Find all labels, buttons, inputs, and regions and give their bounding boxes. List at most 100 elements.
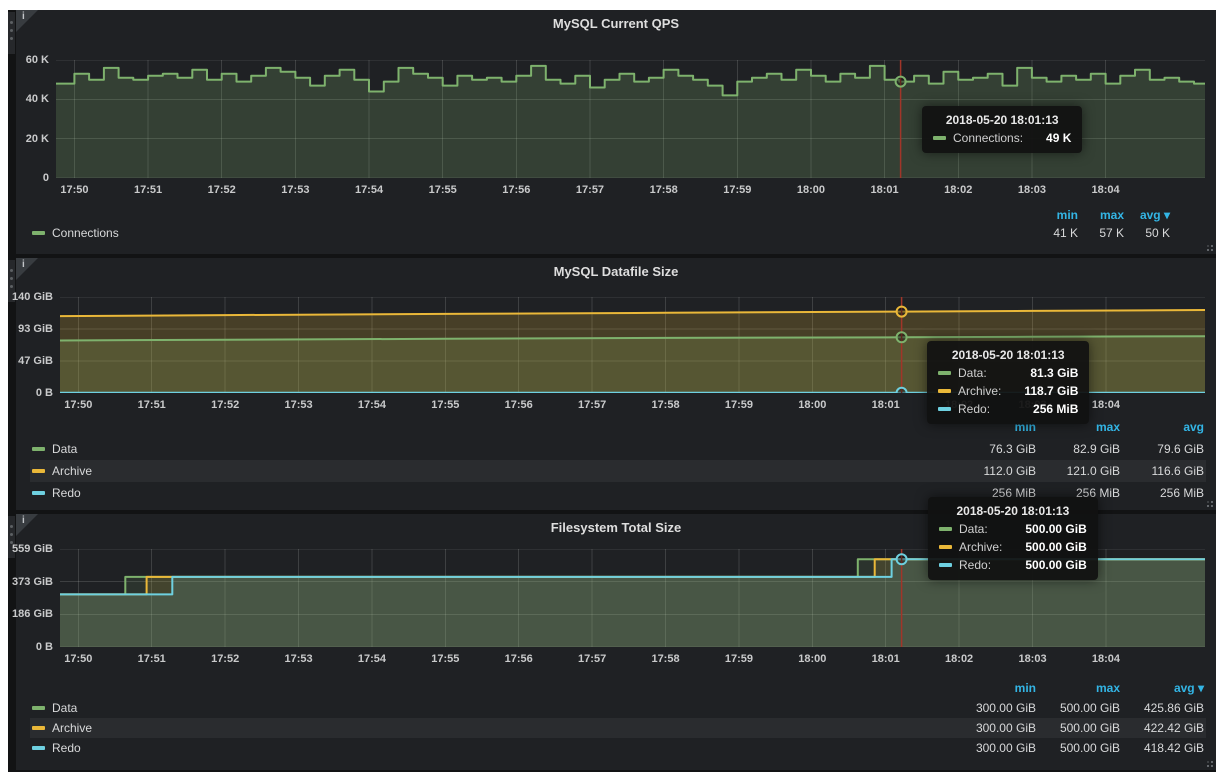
- y-axis: 020 K40 K60 K: [16, 60, 52, 178]
- tooltip-color-dash: [933, 136, 946, 140]
- x-tick-label: 17:50: [64, 399, 92, 411]
- legend-stat-value: 256 MiB: [1120, 486, 1204, 500]
- x-axis: 17:5017:5117:5217:5317:5417:5517:5617:57…: [56, 184, 1205, 200]
- x-tick-label: 18:04: [1091, 184, 1119, 196]
- legend-stat-value: 76.3 GiB: [952, 442, 1036, 456]
- legend-stat-value: 422.42 GiB: [1120, 721, 1204, 735]
- tooltip-series-row: Data:500.00 GiB: [939, 522, 1087, 536]
- x-tick-label: 17:56: [505, 653, 533, 665]
- x-tick-label: 17:55: [431, 653, 459, 665]
- tooltip-series-label: Redo:: [958, 402, 990, 416]
- legend-stat-value: 112.0 GiB: [952, 464, 1036, 478]
- y-tick-label: 140 GiB: [12, 290, 53, 304]
- tooltip-timestamp: 2018-05-20 18:01:13: [939, 504, 1087, 518]
- legend-series-label: Connections: [52, 226, 119, 240]
- tooltip-series-label: Connections:: [953, 131, 1023, 145]
- tooltip-series-label: Archive:: [958, 384, 1001, 398]
- x-tick-label: 17:59: [725, 653, 753, 665]
- x-tick-label: 17:57: [578, 653, 606, 665]
- x-tick-label: 17:55: [431, 399, 459, 411]
- legend-series-label: Data: [52, 701, 77, 715]
- legend-color-dash: [32, 491, 45, 495]
- legend-stat-value: 300.00 GiB: [952, 741, 1036, 755]
- legend-series-archive[interactable]: Archive: [32, 464, 92, 478]
- panel-resize-handle[interactable]: [1203, 497, 1214, 508]
- legend-stat-value: 41 K: [1032, 226, 1078, 240]
- x-tick-label: 17:59: [725, 399, 753, 411]
- legend-series-data[interactable]: Data: [32, 701, 77, 715]
- panel-title[interactable]: MySQL Current QPS: [16, 16, 1216, 31]
- panel-resize-handle[interactable]: [1203, 241, 1214, 252]
- x-tick-label: 18:00: [798, 653, 826, 665]
- legend-color-dash: [32, 726, 45, 730]
- legend-stat-value: 57 K: [1078, 226, 1124, 240]
- legend-series-data[interactable]: Data: [32, 442, 77, 456]
- panel-drag-handle-qps[interactable]: [8, 12, 15, 54]
- x-tick-label: 17:53: [284, 399, 312, 411]
- tooltip-series-value: 49 K: [1030, 131, 1071, 145]
- y-tick-label: 0: [43, 171, 49, 185]
- tooltip-series-row: Data:81.3 GiB: [938, 366, 1078, 380]
- legend-stat-value: 500.00 GiB: [1036, 701, 1120, 715]
- panel-info-corner[interactable]: [16, 258, 38, 280]
- legend-sort-max[interactable]: max: [1078, 208, 1124, 222]
- panel-title[interactable]: MySQL Datafile Size: [16, 264, 1216, 279]
- x-tick-label: 18:01: [871, 184, 899, 196]
- x-tick-label: 18:02: [944, 184, 972, 196]
- legend-sort-avg[interactable]: avg ▾: [1120, 681, 1204, 695]
- x-tick-label: 17:50: [60, 184, 88, 196]
- legend-series-label: Data: [52, 442, 77, 456]
- legend-row: Connections41 K57 K50 K: [30, 224, 1172, 242]
- legend-stat-value: 500.00 GiB: [1036, 741, 1120, 755]
- legend-sort-min[interactable]: min: [952, 681, 1036, 695]
- legend-sort-min[interactable]: min: [1032, 208, 1078, 222]
- tooltip-series-value: 500.00 GiB: [1009, 522, 1086, 536]
- y-tick-label: 559 GiB: [12, 542, 53, 556]
- x-tick-label: 17:54: [355, 184, 383, 196]
- legend-stat-value: 418.42 GiB: [1120, 741, 1204, 755]
- panel-resize-handle[interactable]: [1203, 757, 1214, 768]
- x-tick-label: 18:03: [1018, 653, 1046, 665]
- legend-color-dash: [32, 231, 45, 235]
- legend-series-label: Redo: [52, 486, 81, 500]
- x-tick-label: 17:56: [505, 399, 533, 411]
- y-tick-label: 373 GiB: [12, 575, 53, 589]
- x-tick-label: 17:51: [138, 399, 166, 411]
- legend-row: Data300.00 GiB500.00 GiB425.86 GiB: [30, 698, 1206, 718]
- x-tick-label: 17:53: [281, 184, 309, 196]
- y-tick-label: 47 GiB: [18, 354, 53, 368]
- tooltip-color-dash: [939, 545, 952, 549]
- legend-series-redo[interactable]: Redo: [32, 741, 81, 755]
- panel-info-corner[interactable]: [16, 10, 38, 32]
- legend-series-connections[interactable]: Connections: [32, 226, 119, 240]
- legend-header-row: minmaxavg ▾: [30, 206, 1172, 224]
- x-tick-label: 17:52: [211, 653, 239, 665]
- x-tick-label: 17:53: [284, 653, 312, 665]
- legend-sort-max[interactable]: max: [1036, 681, 1120, 695]
- panel-info-corner[interactable]: [16, 514, 38, 536]
- legend-stat-value: 300.00 GiB: [952, 701, 1036, 715]
- legend-series-archive[interactable]: Archive: [32, 721, 92, 735]
- x-tick-label: 17:52: [211, 399, 239, 411]
- x-tick-label: 17:57: [576, 184, 604, 196]
- x-tick-label: 18:00: [797, 184, 825, 196]
- grafana-dashboard-page: { "dashboard": { "bg": "#121314", "panel…: [0, 0, 1224, 784]
- tooltip-timestamp: 2018-05-20 18:01:13: [938, 348, 1078, 362]
- y-tick-label: 0 B: [36, 640, 53, 654]
- legend-row: Redo 300.00 GiB500.00 GiB418.42 GiB: [30, 738, 1206, 758]
- legend-series-redo[interactable]: Redo: [32, 486, 81, 500]
- x-tick-label: 18:01: [872, 653, 900, 665]
- graph-tooltip-datafile: 2018-05-20 18:01:13 Data:81.3 GiB Archive…: [927, 341, 1089, 424]
- legend-sort-avg[interactable]: avg ▾: [1124, 208, 1170, 222]
- legend-sort-avg[interactable]: avg: [1120, 420, 1204, 434]
- legend-series-label: Archive: [52, 721, 92, 735]
- legend-stat-value: 300.00 GiB: [952, 721, 1036, 735]
- x-tick-label: 17:54: [358, 653, 386, 665]
- tooltip-color-dash: [938, 371, 951, 375]
- x-tick-label: 18:04: [1092, 399, 1120, 411]
- y-axis: 0 B186 GiB373 GiB559 GiB: [16, 549, 56, 647]
- x-tick-label: 18:04: [1092, 653, 1120, 665]
- legend-stat-value: 79.6 GiB: [1120, 442, 1204, 456]
- tooltip-series-value: 500.00 GiB: [1009, 558, 1086, 572]
- tooltip-series-value: 256 MiB: [1017, 402, 1078, 416]
